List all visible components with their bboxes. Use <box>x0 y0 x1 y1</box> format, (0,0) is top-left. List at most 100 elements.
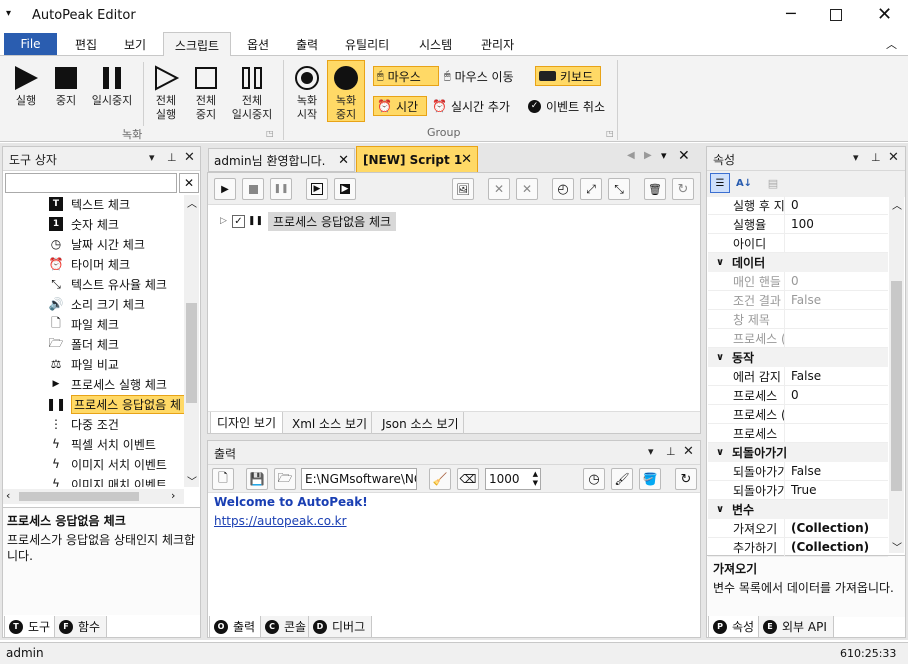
list-item[interactable]: 🗁 폴더 체크 <box>47 334 119 354</box>
tab-scroll-right-icon[interactable]: ▶ <box>644 150 652 161</box>
tab-welcome[interactable]: admin님 환영합니다. ✕ <box>208 148 355 172</box>
close-icon[interactable]: ✕ <box>877 4 892 25</box>
collapse-ribbon-icon[interactable]: ︿ <box>886 36 897 52</box>
step-into-button[interactable]: ▶ <box>334 178 356 200</box>
log-line-link[interactable]: https://autopeak.co.kr <box>214 512 368 531</box>
property-row[interactable]: 실행율 100 <box>708 215 888 234</box>
dropdown-icon[interactable]: ▾ <box>149 151 155 164</box>
property-row[interactable]: 가져오기 (Collection) <box>708 519 888 538</box>
stop-button[interactable] <box>242 178 264 200</box>
pin-icon[interactable]: ⊥ <box>167 151 177 164</box>
mouse-toggle[interactable]: 🖱 마우스 <box>373 66 439 86</box>
all-pause-button[interactable]: 전체 일시중지 <box>226 64 278 122</box>
tab-console[interactable]: C 콘솔 <box>260 616 314 638</box>
property-value[interactable]: 0 <box>784 196 888 214</box>
list-item[interactable]: ⋮ 다중 조건 <box>47 414 119 434</box>
alphabetical-button[interactable]: A↓ <box>734 173 754 193</box>
property-row[interactable]: 프로세스 ( <box>708 329 888 348</box>
new-log-button[interactable]: 🗋 <box>212 468 234 490</box>
trash-button[interactable]: 🗑 <box>644 178 666 200</box>
property-value[interactable]: True <box>784 481 888 499</box>
list-item[interactable]: ⏰ 타이머 체크 <box>47 254 131 274</box>
event-cancel-button[interactable]: ✓ 이벤트 취소 <box>528 96 605 116</box>
clear-button[interactable]: ✕ <box>516 178 538 200</box>
list-item[interactable]: 🔊 소리 크기 체크 <box>47 294 145 314</box>
properties-scrollbar[interactable]: ︿ ﹀ <box>889 197 904 554</box>
property-value[interactable]: False <box>784 291 888 309</box>
tab-script1[interactable]: [NEW] Script 1 ✕ <box>356 146 478 172</box>
list-item[interactable]: ϟ 이미지 매치 이벤트 <box>47 474 167 487</box>
clock-button[interactable]: ◷ <box>583 468 605 490</box>
stop-button[interactable]: 중지 <box>46 64 86 108</box>
property-row[interactable]: 되돌아가기 False <box>708 462 888 481</box>
tab-edit[interactable]: 편집 <box>75 36 97 53</box>
chevron-down-icon[interactable]: ∨ <box>708 257 732 268</box>
close-icon[interactable]: ✕ <box>678 148 690 164</box>
open-folder-button[interactable]: 🗁 <box>274 468 296 490</box>
property-row[interactable]: 조건 결과 False <box>708 291 888 310</box>
close-icon[interactable]: ✕ <box>184 150 195 165</box>
tab-script[interactable]: 스크립트 <box>163 32 231 57</box>
toolbox-search-input[interactable] <box>5 173 177 193</box>
property-row[interactable]: 아이디 <box>708 234 888 253</box>
tab-tool[interactable]: T 도구 <box>4 616 58 638</box>
count-stepper[interactable]: 1000 ▲ ▼ <box>485 468 541 490</box>
all-stop-button[interactable]: 전체 중지 <box>186 64 226 122</box>
keyboard-toggle[interactable]: 키보드 <box>535 66 601 86</box>
property-value[interactable]: 0 <box>784 272 888 290</box>
vertical-scrollbar[interactable]: ︿ ﹀ <box>184 195 199 488</box>
brush-button[interactable]: 🖌 <box>611 468 633 490</box>
node-checkbox[interactable]: ✓ <box>231 214 245 228</box>
tab-json-view[interactable]: Json 소스 보기 <box>378 412 464 434</box>
property-value[interactable] <box>784 329 888 347</box>
eraser-button[interactable]: ⌫ <box>457 468 479 490</box>
tab-output[interactable]: 출력 <box>296 36 318 53</box>
property-category[interactable]: ∨ 데이터 <box>708 253 888 272</box>
property-value[interactable]: False <box>784 462 888 480</box>
system-menu-icon[interactable]: ▾ <box>6 8 11 19</box>
tab-admin[interactable]: 관리자 <box>481 36 514 53</box>
tab-external-api[interactable]: E 외부 API <box>758 616 834 638</box>
run-button[interactable]: 실행 <box>6 64 46 108</box>
group-launcher-icon[interactable]: ◳ <box>606 129 614 138</box>
property-category[interactable]: ∨ 되돌아가기 <box>708 443 888 462</box>
scroll-up-icon[interactable]: ︿ <box>187 195 197 210</box>
step-button[interactable]: ▶ <box>306 178 328 200</box>
pause-button[interactable]: 일시중지 <box>86 64 138 108</box>
save-button[interactable]: 💾 <box>246 468 268 490</box>
minimize-icon[interactable]: ─ <box>786 4 796 23</box>
tab-func[interactable]: F 함수 <box>54 616 108 638</box>
property-category[interactable]: ∨ 동작 <box>708 348 888 367</box>
property-value[interactable] <box>784 424 888 442</box>
property-value[interactable] <box>784 405 888 423</box>
property-row[interactable]: 되돌아가기 True <box>708 481 888 500</box>
property-row[interactable]: 프로세스 0 <box>708 386 888 405</box>
property-value[interactable]: 0 <box>784 386 888 404</box>
list-item[interactable]: ϟ 픽셀 서치 이벤트 <box>47 434 156 454</box>
mouse-move-toggle[interactable]: 🖱 마우스 이동 <box>444 66 514 86</box>
list-item[interactable]: T 텍스트 체크 <box>47 195 130 214</box>
time-toggle[interactable]: ⏰ 시간 <box>373 96 427 116</box>
history-button[interactable]: ◴ <box>552 178 574 200</box>
tab-utility[interactable]: 유틸리티 <box>345 36 389 53</box>
property-row[interactable]: 추가하기 (Collection) <box>708 538 888 557</box>
property-pages-button[interactable]: ▤ <box>763 173 783 193</box>
pin-icon[interactable]: ⊥ <box>871 151 881 164</box>
close-icon[interactable]: ✕ <box>888 150 899 165</box>
list-item[interactable]: 1 숫자 체크 <box>47 214 119 234</box>
list-item[interactable]: 🗋 파일 체크 <box>47 314 119 334</box>
refresh-button[interactable]: ↻ <box>672 178 694 200</box>
image-button[interactable]: 🖼 <box>452 178 474 200</box>
chevron-down-icon[interactable]: ∨ <box>708 504 732 515</box>
tab-output-log[interactable]: O 출력 <box>209 616 263 638</box>
realtime-add-button[interactable]: ⏰ 실시간 추가 <box>432 96 510 116</box>
horizontal-scrollbar[interactable]: ‹ › <box>3 489 184 504</box>
tab-view[interactable]: 보기 <box>124 36 146 53</box>
dropdown-icon[interactable]: ▾ <box>853 151 859 164</box>
list-item[interactable]: ◷ 날짜 시간 체크 <box>47 234 145 254</box>
path-input[interactable]: E:\NGMsoftware\NG <box>301 468 417 490</box>
property-row[interactable]: 프로세스 ( <box>708 405 888 424</box>
property-row[interactable]: 에러 감지 False <box>708 367 888 386</box>
property-value[interactable]: 100 <box>784 215 888 233</box>
script-node[interactable]: ▷ ✓ ❚❚ 프로세스 응답없음 체크 <box>220 211 397 231</box>
